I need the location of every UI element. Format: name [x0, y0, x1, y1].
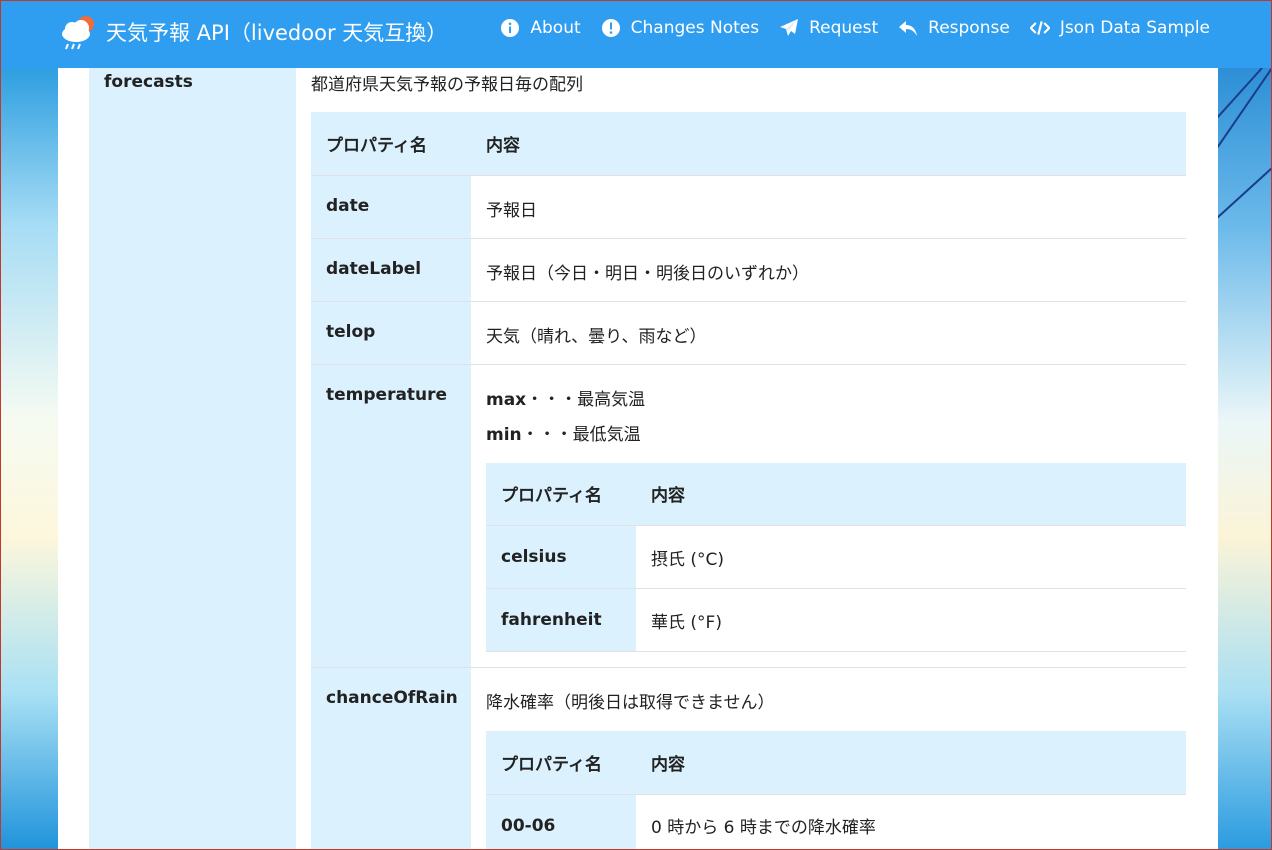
row-key: dateLabel — [311, 238, 471, 302]
chanceofrain-sub-table: プロパティ名 内容 00-06 0 時から 6 時までの降水確率 — [486, 731, 1186, 850]
forecasts-description: 都道府県天気予報の予報日毎の配列 — [311, 75, 583, 95]
row-key: telop — [311, 301, 471, 365]
cloud-rain-sun-icon — [62, 16, 94, 50]
table-header-row: プロパティ名 内容 — [311, 112, 1186, 176]
row-value: 華氏 (°F) — [636, 588, 1186, 652]
table-row-telop: telop 天気（晴れ、曇り、雨など） — [311, 301, 1186, 365]
row-value: 0 時から 6 時までの降水確率 — [636, 794, 1186, 850]
nav-changes-notes-label: Changes Notes — [630, 18, 760, 38]
brand-title: 天気予報 API（livedoor 天気互換） — [106, 21, 448, 45]
temperature-max-line: max・・・最高気温 — [486, 385, 1186, 410]
code-icon — [1029, 21, 1050, 35]
power-lines-graphic — [1217, 68, 1272, 219]
row-value: 予報日 — [471, 175, 1186, 239]
nav-request[interactable]: Request — [779, 18, 878, 38]
nav-menu: About Changes Notes Request Response Jso… — [480, 18, 1210, 38]
table-row-datelabel: dateLabel 予報日（今日・明日・明後日のいずれか） — [311, 238, 1186, 302]
row-key: date — [311, 175, 471, 239]
nav-about-label: About — [530, 18, 581, 38]
header-content: 内容 — [636, 462, 1186, 526]
chanceofrain-description: 降水確率（明後日は取得できません） — [486, 693, 775, 713]
min-text: ・・・最低気温 — [521, 424, 641, 445]
header-content: 内容 — [636, 731, 1186, 795]
table-header-row: プロパティ名 内容 — [486, 731, 1186, 795]
nav-response-label: Response — [928, 18, 1010, 38]
nav-response[interactable]: Response — [898, 18, 1010, 38]
main-content: forecasts 都道府県天気予報の予報日毎の配列 プロパティ名 内容 dat… — [58, 68, 1218, 850]
row-value: 摂氏 (°C) — [636, 525, 1186, 589]
info-circle-icon — [501, 19, 520, 37]
temperature-sub-table: プロパティ名 内容 celsius 摂氏 (°C) fahrenheit 華氏 … — [486, 462, 1186, 652]
nav-about[interactable]: About — [500, 18, 581, 38]
table-row-chanceofrain: chanceOfRain 降水確率（明後日は取得できません） プロパティ名 内容… — [311, 667, 1186, 850]
table-header-row: プロパティ名 内容 — [486, 462, 1186, 526]
row-key: 00-06 — [486, 794, 636, 850]
row-value: max・・・最高気温 min・・・最低気温 プロパティ名 内容 celsius … — [471, 364, 1186, 668]
row-key: celsius — [486, 525, 636, 589]
max-key: max — [486, 389, 527, 410]
row-value: 降水確率（明後日は取得できません） プロパティ名 内容 00-06 0 時から … — [471, 667, 1186, 850]
nav-request-label: Request — [809, 18, 879, 38]
table-row-temperature: temperature max・・・最高気温 min・・・最低気温 プロパティ名… — [311, 364, 1186, 668]
background-right — [1217, 68, 1272, 850]
background-left — [0, 68, 58, 850]
row-key: temperature — [311, 364, 471, 668]
exclamation-circle-icon — [601, 19, 620, 37]
nav-json-data-sample[interactable]: Json Data Sample — [1029, 18, 1210, 38]
navbar: 天気予報 API（livedoor 天気互換） About Changes No… — [0, 0, 1272, 68]
property-key-forecasts: forecasts — [104, 72, 193, 92]
nav-changes-notes[interactable]: Changes Notes — [601, 18, 759, 38]
paper-plane-icon — [780, 19, 799, 36]
header-property-name: プロパティ名 — [311, 112, 471, 176]
temperature-min-line: min・・・最低気温 — [486, 420, 1186, 445]
row-value: 予報日（今日・明日・明後日のいずれか） — [471, 238, 1186, 302]
reply-icon — [899, 21, 918, 36]
forecasts-property-table: プロパティ名 内容 date 予報日 dateLabel 予報日（今日・明日・明… — [311, 112, 1186, 850]
table-row-celsius: celsius 摂氏 (°C) — [486, 525, 1186, 589]
table-row-00-06: 00-06 0 時から 6 時までの降水確率 — [486, 794, 1186, 850]
row-value: 天気（晴れ、曇り、雨など） — [471, 301, 1186, 365]
header-property-name: プロパティ名 — [486, 731, 636, 795]
max-text: ・・・最高気温 — [526, 389, 646, 410]
min-key: min — [486, 424, 522, 445]
property-key-cell: forecasts — [89, 68, 296, 850]
row-key: fahrenheit — [486, 588, 636, 652]
brand[interactable]: 天気予報 API（livedoor 天気互換） — [58, 12, 447, 52]
table-row-date: date 予報日 — [311, 175, 1186, 239]
row-key: chanceOfRain — [311, 667, 471, 850]
header-property-name: プロパティ名 — [486, 462, 636, 526]
header-content: 内容 — [471, 112, 1186, 176]
table-row-fahrenheit: fahrenheit 華氏 (°F) — [486, 588, 1186, 652]
nav-json-data-sample-label: Json Data Sample — [1059, 18, 1210, 38]
